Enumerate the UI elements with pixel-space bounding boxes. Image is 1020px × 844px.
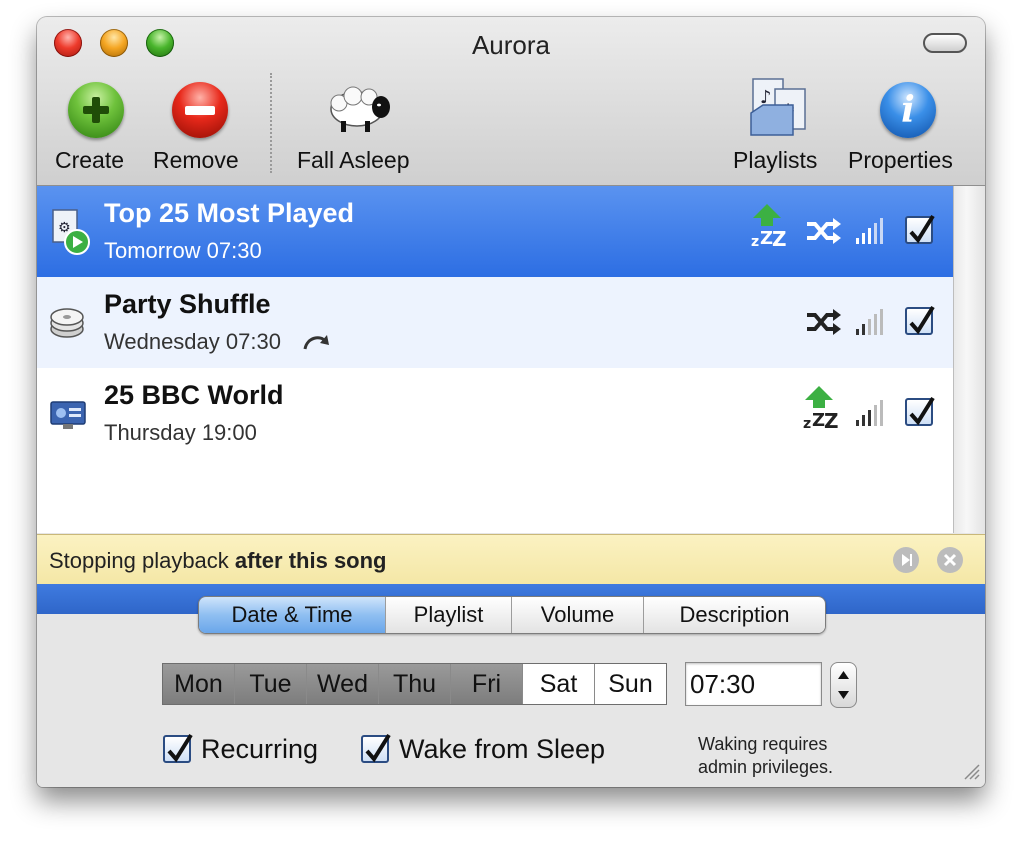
volume-level-icon bbox=[856, 400, 883, 426]
alarm-title: Party Shuffle bbox=[104, 289, 271, 319]
dismiss-notice-button[interactable] bbox=[937, 547, 963, 573]
recurring-checkbox[interactable] bbox=[163, 733, 193, 763]
svg-text:z: z bbox=[803, 416, 811, 432]
skip-button[interactable] bbox=[893, 547, 919, 573]
tab-volume[interactable]: Volume bbox=[512, 597, 644, 633]
weekday-selector: Mon Tue Wed Thu Fri Sat Sun bbox=[162, 663, 667, 705]
playlists-icon: ♪ ⚙ bbox=[750, 78, 806, 136]
alarm-schedule: Tomorrow 07:30 bbox=[104, 238, 262, 263]
volume-level-icon bbox=[856, 218, 883, 244]
properties-button[interactable]: i bbox=[880, 82, 936, 138]
info-icon: i bbox=[901, 89, 915, 131]
day-mon-toggle[interactable]: Mon bbox=[163, 664, 235, 704]
checkmark-icon bbox=[909, 305, 935, 335]
day-fri-toggle[interactable]: Fri bbox=[451, 664, 523, 704]
toolbar-separator bbox=[270, 73, 272, 173]
stepper-arrows-icon bbox=[838, 671, 849, 699]
svg-text:Z: Z bbox=[824, 409, 839, 433]
window-title: Aurora bbox=[471, 30, 551, 60]
playback-notice-bar: Stopping playback after this song bbox=[37, 534, 985, 585]
sheep-icon bbox=[330, 86, 390, 132]
time-stepper[interactable] bbox=[830, 662, 857, 708]
alarm-enabled-checkbox[interactable] bbox=[905, 305, 935, 335]
checkmark-icon bbox=[167, 733, 193, 763]
remove-button[interactable] bbox=[172, 82, 228, 138]
alarm-title: Top 25 Most Played bbox=[104, 198, 355, 228]
alarm-list[interactable]: ⚙ Top 25 Most Played Tomorrow 07:30 z Z … bbox=[37, 186, 953, 533]
alarm-title: 25 BBC World bbox=[104, 380, 284, 410]
close-icon bbox=[943, 553, 957, 567]
create-button[interactable] bbox=[68, 82, 124, 138]
admin-note-line2: admin privileges. bbox=[698, 757, 834, 777]
svg-text:z: z bbox=[751, 234, 759, 250]
plus-icon bbox=[83, 97, 109, 123]
resize-grip-icon[interactable] bbox=[961, 761, 981, 781]
alarm-row[interactable]: 25 BBC World Thursday 19:00 z Z Z bbox=[37, 368, 953, 459]
party-shuffle-icon bbox=[50, 308, 84, 338]
wake-from-sleep-checkbox[interactable] bbox=[361, 733, 391, 763]
day-tue-toggle[interactable]: Tue bbox=[235, 664, 307, 704]
admin-note-line1: Waking requires bbox=[698, 734, 828, 754]
app-window: Aurora Create Remove Fall Asleep ♪ Playl… bbox=[37, 17, 985, 787]
day-wed-toggle[interactable]: Wed bbox=[307, 664, 379, 704]
alarm-row[interactable]: ⚙ Top 25 Most Played Tomorrow 07:30 z Z … bbox=[37, 186, 953, 277]
list-scrollbar[interactable] bbox=[953, 186, 985, 533]
properties-label: Properties bbox=[848, 147, 953, 173]
shuffle-icon bbox=[807, 218, 841, 244]
minus-icon bbox=[185, 105, 215, 115]
shuffle-icon bbox=[807, 309, 841, 335]
playlists-button[interactable]: ♪ ⚙ bbox=[749, 77, 813, 137]
remove-label: Remove bbox=[153, 147, 239, 173]
radio-icon bbox=[50, 401, 86, 429]
repeat-icon bbox=[303, 335, 329, 350]
fall-asleep-label: Fall Asleep bbox=[297, 147, 410, 173]
create-label: Create bbox=[55, 147, 125, 173]
day-sat-toggle[interactable]: Sat bbox=[523, 664, 595, 704]
smart-playlist-icon: ⚙ bbox=[52, 209, 90, 255]
alarm-enabled-checkbox[interactable] bbox=[905, 396, 935, 426]
notice-text: Stopping playback after this song bbox=[49, 548, 387, 574]
notice-emphasis: after this song bbox=[234, 548, 387, 573]
tab-description[interactable]: Description bbox=[644, 597, 825, 633]
recurring-label: Recurring bbox=[201, 734, 319, 764]
skip-forward-icon bbox=[902, 554, 912, 566]
playlists-label: Playlists bbox=[733, 147, 818, 173]
alarm-schedule: Wednesday 07:30 bbox=[104, 329, 281, 354]
notice-prefix: Stopping playback bbox=[49, 548, 229, 573]
checkmark-icon bbox=[365, 733, 391, 763]
alarm-row[interactable]: Party Shuffle Wednesday 07:30 bbox=[37, 277, 953, 368]
alarm-enabled-checkbox[interactable] bbox=[905, 214, 935, 244]
tab-date-time[interactable]: Date & Time bbox=[199, 597, 386, 633]
wake-from-sleep-icon: z Z Z bbox=[751, 204, 787, 251]
checkmark-icon bbox=[909, 396, 935, 426]
alarm-schedule: Thursday 19:00 bbox=[104, 420, 257, 445]
wake-from-sleep-label: Wake from Sleep bbox=[399, 734, 606, 764]
volume-level-icon bbox=[856, 309, 883, 335]
detail-tabs: Date & Time Playlist Volume Description bbox=[198, 596, 826, 634]
svg-text:Z: Z bbox=[772, 227, 787, 251]
title-bar: Aurora Create Remove Fall Asleep ♪ Playl… bbox=[37, 17, 985, 186]
toolbar-toggle-button[interactable] bbox=[923, 33, 967, 53]
day-sun-toggle[interactable]: Sun bbox=[595, 664, 666, 704]
fall-asleep-button[interactable] bbox=[327, 83, 395, 135]
wake-from-sleep-icon: z Z Z bbox=[803, 386, 839, 433]
admin-privileges-note: Waking requires admin privileges. bbox=[698, 733, 833, 779]
day-thu-toggle[interactable]: Thu bbox=[379, 664, 451, 704]
tab-playlist[interactable]: Playlist bbox=[386, 597, 512, 633]
checkmark-icon bbox=[909, 214, 935, 244]
time-input[interactable]: 07:30 bbox=[685, 662, 822, 706]
